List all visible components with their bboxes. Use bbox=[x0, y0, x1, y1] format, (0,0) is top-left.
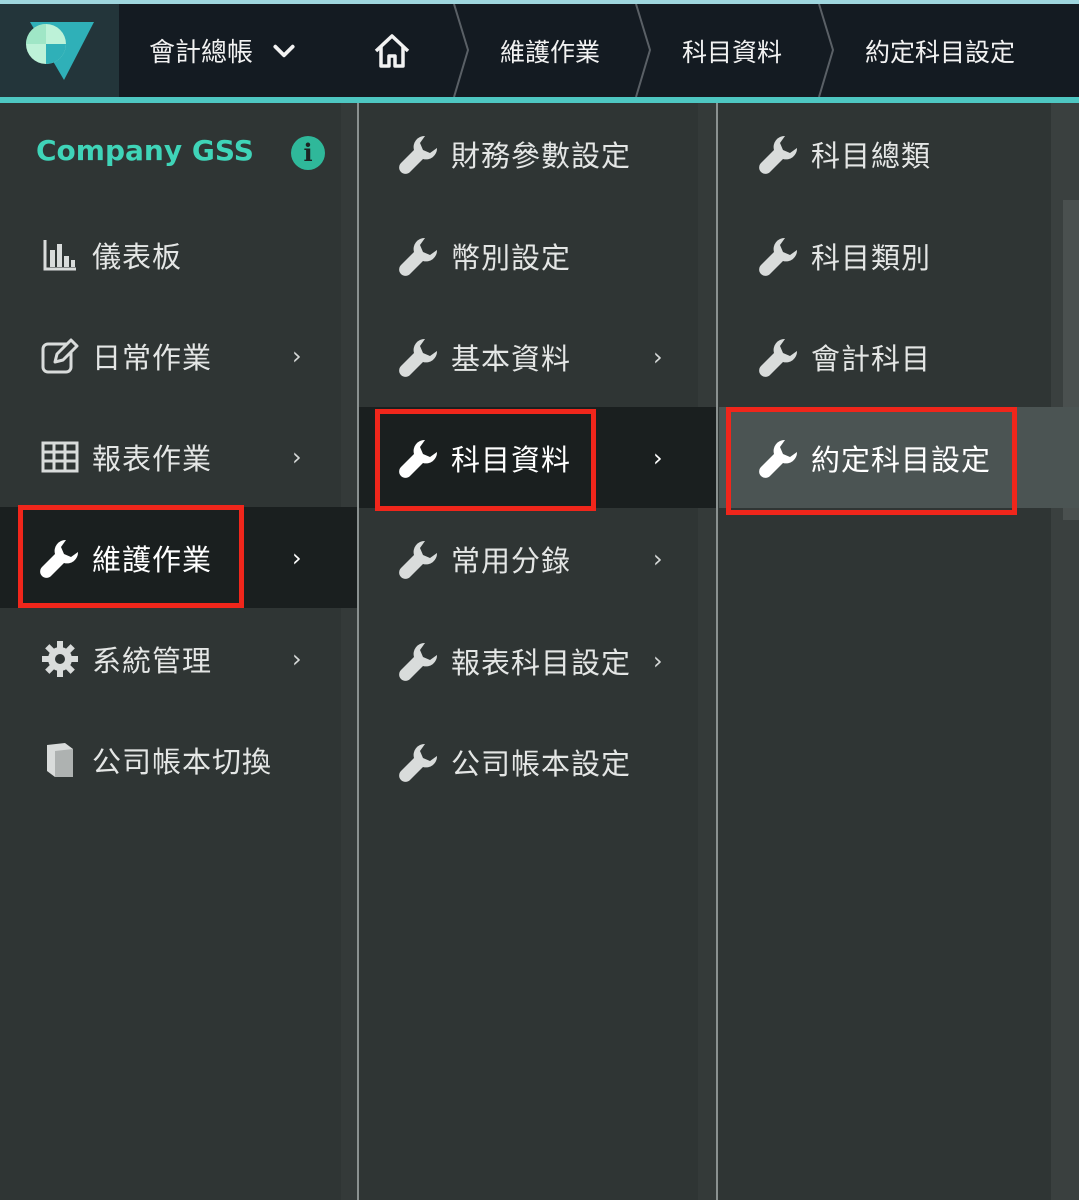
submenu-item-label: 財務參數設定 bbox=[451, 138, 632, 173]
wrench-icon bbox=[399, 134, 439, 174]
edit-icon bbox=[40, 336, 80, 376]
subsubmenu-item-account-types[interactable]: 科目類別 bbox=[719, 205, 1051, 306]
subsubmenu-item-label: 會計科目 bbox=[811, 341, 932, 376]
sidebar-item-label: 維護作業 bbox=[92, 542, 213, 577]
breadcrumb-item-maintenance[interactable]: 維護作業 bbox=[500, 4, 600, 97]
wrench-icon bbox=[399, 539, 439, 579]
subsubmenu-item-label: 科目總類 bbox=[811, 138, 932, 173]
chevron-right-icon: › bbox=[292, 644, 302, 673]
submenu-edge bbox=[698, 103, 717, 1200]
wrench-icon bbox=[759, 134, 799, 174]
subsubmenu-item-accounting-accounts[interactable]: 會計科目 bbox=[719, 306, 1051, 407]
app-switcher[interactable]: 會計總帳 bbox=[119, 4, 334, 97]
book-icon bbox=[40, 740, 80, 780]
chevron-right-icon: › bbox=[653, 646, 663, 675]
submenu-item-label: 公司帳本設定 bbox=[451, 746, 632, 781]
sidebar-item-label: 報表作業 bbox=[92, 441, 213, 476]
chevron-right-icon: › bbox=[653, 443, 663, 472]
wrench-icon bbox=[759, 236, 799, 276]
bar-chart-icon bbox=[40, 235, 80, 275]
sidebar-item-switch-company-ledger[interactable]: 公司帳本切換 bbox=[0, 709, 357, 810]
chevron-right-icon: › bbox=[292, 442, 302, 471]
company-name: Company GSS bbox=[36, 134, 254, 167]
wrench-icon bbox=[759, 438, 799, 478]
app-logo[interactable] bbox=[0, 4, 119, 97]
chevron-down-icon bbox=[273, 44, 295, 57]
table-icon bbox=[40, 437, 80, 477]
sidebar-item-label: 公司帳本切換 bbox=[92, 744, 273, 779]
submenu-item-basic-data[interactable]: 基本資料 › bbox=[359, 306, 698, 407]
sidebar-item-maintenance[interactable]: 維護作業 › bbox=[0, 507, 357, 608]
submenu-item-label: 報表科目設定 bbox=[451, 645, 632, 680]
info-icon[interactable]: i bbox=[291, 136, 325, 170]
column-divider bbox=[716, 103, 718, 1200]
sidebar-item-daily-operations[interactable]: 日常作業 › bbox=[0, 305, 357, 406]
breadcrumb-separator bbox=[453, 4, 470, 97]
home-button[interactable] bbox=[352, 4, 432, 97]
wrench-icon bbox=[759, 337, 799, 377]
app-switch-label: 會計總帳 bbox=[149, 38, 254, 68]
breadcrumb-item-account-data[interactable]: 科目資料 bbox=[682, 4, 782, 97]
subsubmenu-item-label: 科目類別 bbox=[811, 240, 932, 275]
breadcrumb-separator bbox=[818, 4, 835, 97]
wrench-icon bbox=[40, 538, 80, 578]
submenu-item-company-ledger-settings[interactable]: 公司帳本設定 bbox=[359, 711, 698, 812]
subsubmenu-item-label: 約定科目設定 bbox=[811, 442, 992, 477]
submenu-item-currency-settings[interactable]: 幣別設定 bbox=[359, 205, 698, 306]
submenu-item-financial-params[interactable]: 財務參數設定 bbox=[359, 103, 698, 204]
sidebar-item-dashboard[interactable]: 儀表板 bbox=[0, 204, 357, 305]
submenu-item-label: 幣別設定 bbox=[451, 240, 572, 275]
chevron-right-icon: › bbox=[292, 543, 302, 572]
submenu-item-report-account-settings[interactable]: 報表科目設定 › bbox=[359, 610, 698, 711]
sidebar-item-label: 儀表板 bbox=[92, 239, 183, 274]
sidebar-item-system-management[interactable]: 系統管理 › bbox=[0, 608, 357, 709]
sidebar-item-label: 系統管理 bbox=[92, 643, 213, 678]
subsubmenu-item-agreed-account-settings[interactable]: 約定科目設定 bbox=[719, 407, 1079, 508]
wrench-icon bbox=[399, 641, 439, 681]
home-icon bbox=[374, 33, 410, 68]
sidebar-item-label: 日常作業 bbox=[92, 340, 213, 375]
submenu-item-common-entries[interactable]: 常用分錄 › bbox=[359, 508, 698, 609]
chevron-right-icon: › bbox=[653, 342, 663, 371]
logo-icon bbox=[26, 22, 94, 80]
breadcrumb-separator bbox=[635, 4, 652, 97]
submenu-item-label: 基本資料 bbox=[451, 341, 572, 376]
wrench-icon bbox=[399, 438, 439, 478]
submenu-item-label: 科目資料 bbox=[451, 442, 572, 477]
subsubmenu-item-account-categories[interactable]: 科目總類 bbox=[719, 103, 1051, 204]
chevron-right-icon: › bbox=[653, 544, 663, 573]
submenu-item-label: 常用分錄 bbox=[451, 543, 572, 578]
wrench-icon bbox=[399, 236, 439, 276]
wrench-icon bbox=[399, 742, 439, 782]
wrench-icon bbox=[399, 337, 439, 377]
submenu-item-account-data[interactable]: 科目資料 › bbox=[359, 407, 716, 508]
gear-icon bbox=[40, 639, 80, 679]
breadcrumb-item-agreed-account-settings[interactable]: 約定科目設定 bbox=[865, 4, 1015, 97]
sidebar-item-report-operations[interactable]: 報表作業 › bbox=[0, 406, 357, 507]
chevron-right-icon: › bbox=[292, 341, 302, 370]
